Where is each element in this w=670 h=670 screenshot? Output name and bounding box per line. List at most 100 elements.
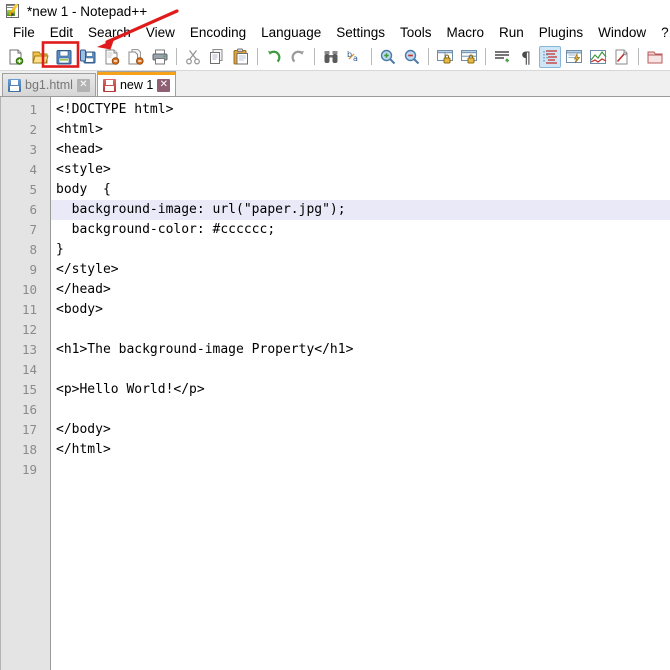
code-line: <p>Hello World!</p> xyxy=(56,382,205,397)
close-all-icon[interactable] xyxy=(125,46,147,68)
svg-text:a: a xyxy=(353,54,358,63)
line-number: 1 xyxy=(29,102,37,117)
open-file-icon[interactable] xyxy=(29,46,51,68)
line-number: 10 xyxy=(21,282,37,297)
replace-icon[interactable]: b a xyxy=(344,46,366,68)
menu-item-window[interactable]: Window xyxy=(591,23,654,42)
code-line: <html> xyxy=(56,122,103,137)
toolbar: b a ¶ xyxy=(0,43,670,71)
notepad-pencil-icon xyxy=(5,3,21,19)
notepadpp-window: *new 1 - Notepad++ File Edit Search View… xyxy=(0,0,670,670)
tab-label: new 1 xyxy=(119,78,154,92)
menu-item-settings[interactable]: Settings xyxy=(329,23,393,42)
user-defined-dialog-icon[interactable] xyxy=(563,46,585,68)
undo-icon[interactable] xyxy=(263,46,285,68)
menu-item-search[interactable]: Search xyxy=(81,23,139,42)
line-number: 3 xyxy=(29,142,37,157)
code-line: <h1>The background-image Property</h1> xyxy=(56,342,354,357)
menu-item-file[interactable]: File xyxy=(6,23,43,42)
line-number: 6 xyxy=(29,202,37,217)
zoom-out-icon[interactable] xyxy=(401,46,423,68)
unsaved-floppy-icon xyxy=(102,78,116,92)
word-wrap-icon[interactable] xyxy=(491,46,513,68)
code-line-current: background-image: url("paper.jpg"); xyxy=(51,200,670,220)
find-icon[interactable] xyxy=(320,46,342,68)
code-line: </body> xyxy=(56,422,111,437)
print-icon[interactable] xyxy=(149,46,171,68)
svg-text:¶: ¶ xyxy=(521,48,531,66)
folder-as-workspace-icon[interactable] xyxy=(644,46,666,68)
menu-item-run[interactable]: Run xyxy=(492,23,532,42)
title-bar: *new 1 - Notepad++ xyxy=(0,0,670,22)
function-list-icon[interactable] xyxy=(611,46,633,68)
line-number: 5 xyxy=(29,182,37,197)
menu-item-help[interactable]: ? xyxy=(654,23,670,42)
tab-close-icon[interactable]: ✕ xyxy=(157,78,171,92)
code-line: </html> xyxy=(56,442,111,457)
toolbar-separator xyxy=(371,48,372,65)
line-number: 17 xyxy=(21,422,37,437)
line-number: 4 xyxy=(29,162,37,177)
code-line: </head> xyxy=(56,282,111,297)
editor-area[interactable]: 1 2 3 4 5 6 7 8 9 10 11 12 13 14 15 16 1… xyxy=(0,97,670,670)
line-number: 11 xyxy=(21,302,37,317)
zoom-in-icon[interactable] xyxy=(377,46,399,68)
code-line: <style> xyxy=(56,162,111,177)
menu-bar: File Edit Search View Encoding Language … xyxy=(0,22,670,43)
code-line: background-color: #cccccc; xyxy=(56,222,276,237)
code-line: <!DOCTYPE html> xyxy=(56,102,174,117)
paste-icon[interactable] xyxy=(230,46,252,68)
indent-guide-icon[interactable] xyxy=(539,45,561,68)
sync-horizontal-scroll-icon[interactable] xyxy=(458,46,480,68)
toolbar-separator xyxy=(485,48,486,65)
toolbar-separator xyxy=(428,48,429,65)
line-number: 19 xyxy=(21,462,37,477)
toolbar-separator xyxy=(176,48,177,65)
tab-close-icon[interactable]: ✕ xyxy=(76,78,90,92)
line-number: 2 xyxy=(29,122,37,137)
tab-bar: bg1.html ✕ new 1 ✕ xyxy=(0,71,670,97)
menu-item-view[interactable]: View xyxy=(139,23,183,42)
sync-vertical-scroll-icon[interactable] xyxy=(434,46,456,68)
toolbar-separator xyxy=(257,48,258,65)
menu-item-encoding[interactable]: Encoding xyxy=(183,23,254,42)
redo-icon[interactable] xyxy=(287,46,309,68)
line-number: 16 xyxy=(21,402,37,417)
save-all-icon[interactable] xyxy=(77,46,99,68)
new-file-icon[interactable] xyxy=(5,46,27,68)
line-number: 13 xyxy=(21,342,37,357)
line-number-gutter: 1 2 3 4 5 6 7 8 9 10 11 12 13 14 15 16 1… xyxy=(1,97,51,670)
tab-new-1[interactable]: new 1 ✕ xyxy=(96,71,177,96)
menu-item-tools[interactable]: Tools xyxy=(393,23,440,42)
tab-label: bg1.html xyxy=(25,78,73,92)
menu-item-macro[interactable]: Macro xyxy=(440,23,493,42)
line-number: 12 xyxy=(21,322,37,337)
line-number: 8 xyxy=(29,242,37,257)
saved-floppy-icon xyxy=(8,78,21,92)
line-number: 9 xyxy=(29,262,37,277)
copy-icon[interactable] xyxy=(206,46,228,68)
document-map-icon[interactable] xyxy=(587,46,609,68)
tab-bg1-html[interactable]: bg1.html ✕ xyxy=(2,73,96,96)
code-line: <body> xyxy=(56,302,103,317)
window-title: *new 1 - Notepad++ xyxy=(27,3,148,19)
toolbar-separator xyxy=(314,48,315,65)
code-line: body { xyxy=(56,182,111,197)
menu-item-edit[interactable]: Edit xyxy=(43,23,81,42)
menu-item-language[interactable]: Language xyxy=(254,23,329,42)
menu-item-plugins[interactable]: Plugins xyxy=(532,23,591,42)
code-line: } xyxy=(56,242,64,257)
show-all-characters-icon[interactable]: ¶ xyxy=(515,46,537,68)
line-number: 15 xyxy=(21,382,37,397)
save-file-icon[interactable] xyxy=(53,46,75,68)
line-number: 18 xyxy=(21,442,37,457)
cut-icon[interactable] xyxy=(182,46,204,68)
line-number: 14 xyxy=(21,362,37,377)
code-line: </style> xyxy=(56,262,119,277)
code-text[interactable]: <!DOCTYPE html> <html> <head> <style> bo… xyxy=(51,97,670,670)
close-file-icon[interactable] xyxy=(101,46,123,68)
